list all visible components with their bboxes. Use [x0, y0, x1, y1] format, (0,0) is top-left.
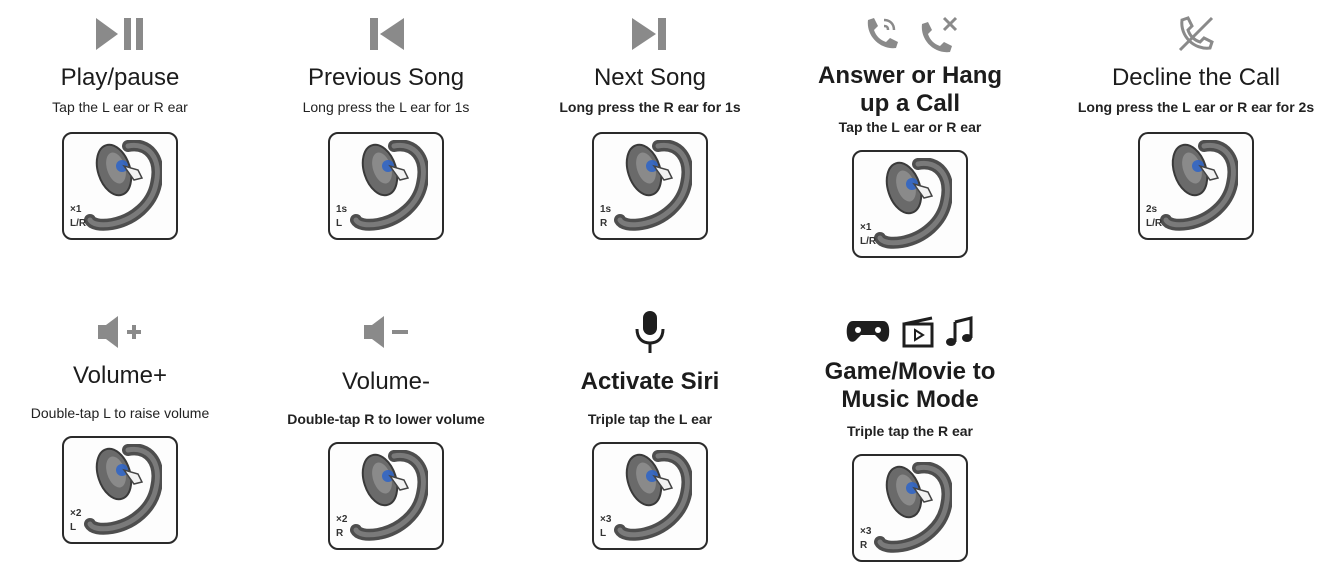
earbud-tap-icon	[872, 158, 952, 250]
music-note-icon	[946, 316, 973, 346]
control-description: Long press the R ear for 1s	[559, 99, 741, 115]
control-activate-siri: Activate Siri Triple tap the L ear ×3 L	[530, 302, 770, 550]
earbud-tap-icon	[612, 450, 692, 542]
volume-down-icon	[364, 316, 408, 348]
earbud-diagram: ×1 L/R	[852, 150, 968, 258]
earbud-tap-icon	[348, 140, 428, 232]
earbud-diagram: ×2 L	[62, 436, 178, 544]
control-next-song: Next Song Long press the R ear for 1s 1s…	[530, 4, 770, 240]
control-title: Volume-	[341, 368, 431, 395]
control-description: Double-tap R to lower volume	[287, 411, 485, 427]
control-previous-song: Previous Song Long press the L ear for 1…	[266, 4, 506, 240]
play-pause-icon	[96, 18, 143, 50]
ear-side-label: L/R	[1146, 218, 1163, 229]
ear-side-label: R	[600, 218, 608, 229]
decline-call-icon	[1178, 16, 1214, 52]
ear-side-label: L/R	[70, 218, 87, 229]
tap-count-label: ×2	[336, 514, 348, 525]
ear-side-label: L	[336, 218, 343, 229]
ear-side-label: L	[70, 522, 77, 533]
tap-count-label: ×2	[70, 508, 82, 519]
tap-count-label: ×1	[70, 204, 82, 215]
control-title: Answer or Hang	[817, 62, 1003, 89]
gamepad-icon	[846, 321, 890, 342]
movie-icon	[902, 316, 934, 348]
volume-up-icon	[98, 316, 141, 348]
earbud-diagram: 1s R	[592, 132, 708, 240]
control-description: Long press the L ear for 1s	[302, 99, 470, 115]
control-play-pause: Play/pause Tap the L ear or R ear ×1 L/R	[0, 4, 240, 240]
control-title: Play/pause	[60, 64, 180, 91]
earbud-tap-icon	[82, 444, 162, 536]
control-title: Next Song	[593, 64, 707, 91]
control-title-line2: up a Call	[859, 90, 961, 117]
control-description: Double-tap L to raise volume	[30, 405, 210, 421]
tap-count-label: 2s	[1146, 204, 1158, 215]
control-description: Triple tap the L ear	[587, 411, 713, 427]
control-description: Triple tap the R ear	[846, 423, 974, 439]
tap-count-label: 1s	[600, 204, 612, 215]
next-track-icon	[632, 18, 666, 50]
ear-side-label: R	[860, 540, 868, 551]
earbud-tap-icon	[348, 450, 428, 542]
earbud-diagram: ×1 L/R	[62, 132, 178, 240]
control-game-movie-music-mode: Game/Movie to Music Mode Triple tap the …	[790, 302, 1030, 562]
control-title: Decline the Call	[1111, 64, 1281, 91]
earbud-diagram: ×3 R	[852, 454, 968, 562]
earbud-diagram: ×3 L	[592, 442, 708, 550]
tap-count-label: ×1	[860, 222, 872, 233]
answer-call-icon	[867, 18, 898, 49]
previous-track-icon	[370, 18, 404, 50]
ear-side-label: L/R	[860, 236, 877, 247]
control-description: Tap the L ear or R ear	[52, 99, 188, 115]
control-title: Game/Movie to	[824, 358, 996, 385]
control-title: Previous Song	[307, 64, 465, 91]
control-title: Activate Siri	[580, 368, 720, 395]
control-title-line2: Music Mode	[841, 386, 979, 413]
microphone-icon	[635, 311, 665, 353]
ear-side-label: R	[336, 528, 344, 539]
tap-count-label: ×3	[600, 514, 612, 525]
control-title: Volume+	[72, 362, 168, 389]
control-volume-down: Volume- Double-tap R to lower volume ×2 …	[266, 302, 506, 550]
earbud-tap-icon	[872, 462, 952, 554]
control-answer-hang-up: Answer or Hang up a Call Tap the L ear o…	[790, 4, 1030, 258]
earbud-tap-icon	[82, 140, 162, 232]
control-volume-up: Volume+ Double-tap L to raise volume ×2 …	[0, 302, 240, 544]
hang-up-call-icon	[921, 16, 958, 53]
earbud-diagram: 1s L	[328, 132, 444, 240]
tap-count-label: 1s	[336, 204, 348, 215]
tap-count-label: ×3	[860, 526, 872, 537]
control-decline-call: Decline the Call Long press the L ear or…	[1060, 4, 1332, 240]
earbud-tap-icon	[612, 140, 692, 232]
earbud-tap-icon	[1158, 140, 1238, 232]
earbud-diagram: 2s L/R	[1138, 132, 1254, 240]
control-description: Tap the L ear or R ear	[838, 119, 982, 135]
control-description: Long press the L ear or R ear for 2s	[1077, 99, 1315, 115]
earbud-diagram: ×2 R	[328, 442, 444, 550]
ear-side-label: L	[600, 528, 607, 539]
